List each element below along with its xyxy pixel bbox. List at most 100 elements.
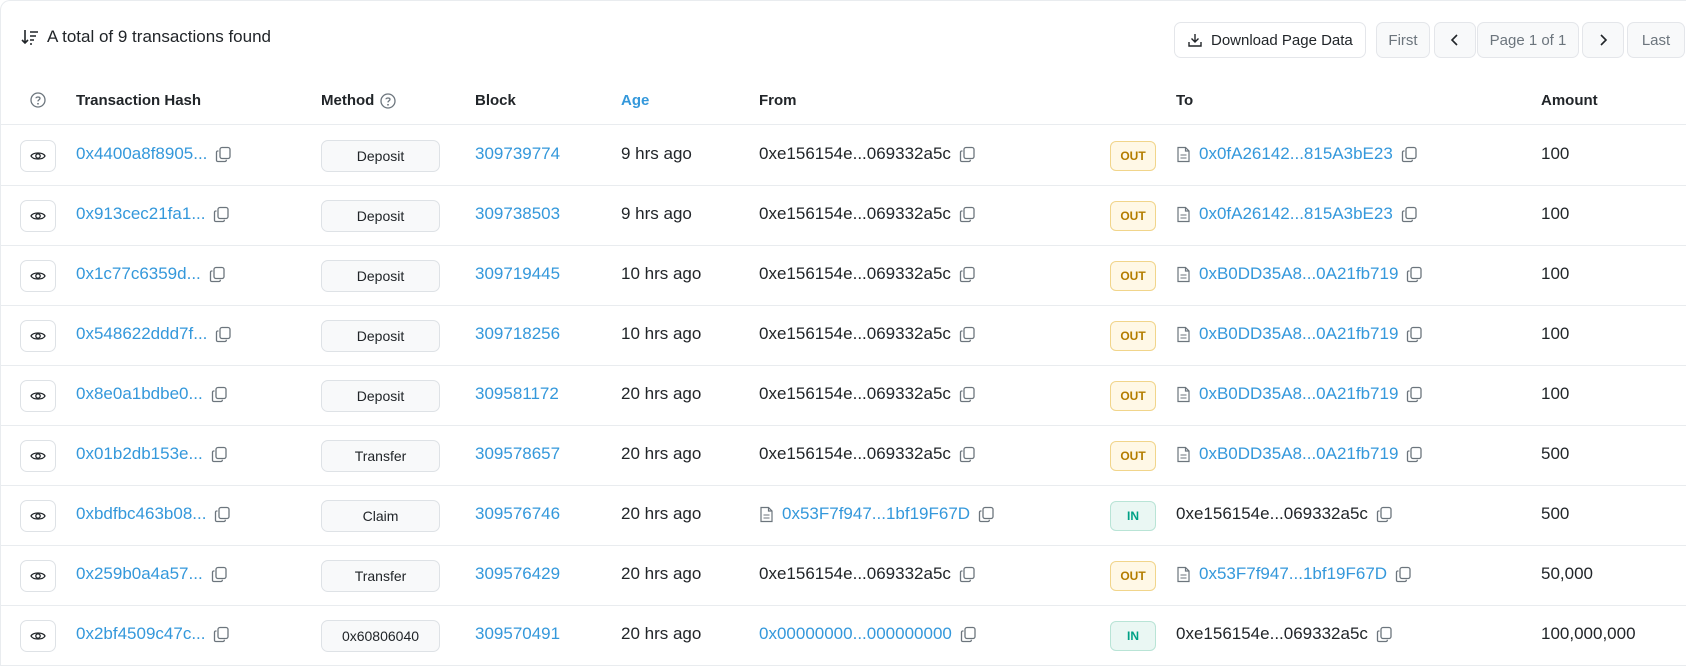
copy-icon[interactable] — [1406, 266, 1423, 283]
from-header-label: From — [759, 92, 797, 109]
eye-icon — [30, 632, 46, 640]
copy-icon[interactable] — [215, 326, 232, 343]
block-link[interactable]: 309576746 — [475, 504, 560, 524]
copy-icon[interactable] — [960, 626, 977, 643]
table-row: 0xbdfbc463b08... Claim 309576746 20 hrs ago… — [1, 486, 1686, 546]
tx-hash-link[interactable]: 0xbdfbc463b08... — [76, 504, 206, 524]
tx-hash-link[interactable]: 0x2bf4509c47c... — [76, 624, 205, 644]
tx-hash-link[interactable]: 0x4400a8f8905... — [76, 144, 207, 164]
transactions-card: A total of 9 transactions found Download… — [0, 0, 1686, 666]
copy-icon[interactable] — [211, 446, 228, 463]
chevron-right-icon — [1600, 34, 1608, 46]
method-badge: Claim — [321, 500, 440, 532]
column-header-age[interactable]: Age — [621, 92, 649, 109]
copy-icon[interactable] — [1401, 146, 1418, 163]
tx-hash-link[interactable]: 0x01b2db153e... — [76, 444, 203, 464]
tx-hash-link[interactable]: 0x8e0a1bdbe0... — [76, 384, 203, 404]
copy-icon[interactable] — [959, 266, 976, 283]
block-link[interactable]: 309581172 — [475, 384, 559, 404]
copy-icon[interactable] — [959, 566, 976, 583]
tx-hash-cell: 0xbdfbc463b08... — [76, 504, 231, 524]
block-link[interactable]: 309578657 — [475, 444, 560, 464]
pagination-prev-button[interactable] — [1434, 22, 1476, 58]
preview-button[interactable] — [20, 320, 56, 352]
to-cell: 0xB0DD35A8...0A21fb719 — [1176, 324, 1423, 344]
copy-icon[interactable] — [959, 446, 976, 463]
preview-button[interactable] — [20, 500, 56, 532]
copy-icon[interactable] — [1406, 326, 1423, 343]
method-badge: Deposit — [321, 320, 440, 352]
copy-icon[interactable] — [215, 146, 232, 163]
copy-icon[interactable] — [211, 386, 228, 403]
to-address[interactable]: 0xB0DD35A8...0A21fb719 — [1199, 264, 1398, 284]
block-link[interactable]: 309570491 — [475, 624, 560, 644]
age-cell: 20 hrs ago — [621, 504, 701, 524]
age-cell: 9 hrs ago — [621, 144, 692, 164]
to-address[interactable]: 0x0fA26142...815A3bE23 — [1199, 204, 1393, 224]
copy-icon[interactable] — [1395, 566, 1412, 583]
preview-button[interactable] — [20, 620, 56, 652]
preview-button[interactable] — [20, 440, 56, 472]
method-label: Transfer — [354, 448, 407, 464]
copy-icon[interactable] — [959, 386, 976, 403]
from-address: 0xe156154e...069332a5c — [759, 204, 951, 223]
block-cell: 309719445 — [475, 264, 560, 284]
preview-button[interactable] — [20, 380, 56, 412]
header-info[interactable] — [30, 92, 46, 108]
tx-hash-link[interactable]: 0x1c77c6359d... — [76, 264, 201, 284]
to-address[interactable]: 0x53F7f947...1bf19F67D — [1199, 564, 1387, 584]
age-cell: 20 hrs ago — [621, 444, 701, 464]
copy-icon[interactable] — [1376, 506, 1393, 523]
block-link[interactable]: 309719445 — [475, 264, 560, 284]
copy-icon[interactable] — [1376, 626, 1393, 643]
from-address[interactable]: 0x53F7f947...1bf19F67D — [782, 504, 970, 524]
to-address[interactable]: 0xB0DD35A8...0A21fb719 — [1199, 444, 1398, 464]
preview-button[interactable] — [20, 140, 56, 172]
method-label: Deposit — [356, 388, 405, 404]
copy-icon[interactable] — [1406, 386, 1423, 403]
to-address: 0xe156154e...069332a5c — [1176, 624, 1368, 643]
block-link[interactable]: 309738503 — [475, 204, 560, 224]
age-text: 9 hrs ago — [621, 204, 692, 223]
tx-hash-link[interactable]: 0x913cec21fa1... — [76, 204, 205, 224]
column-header-hash: Transaction Hash — [76, 92, 201, 109]
direction-label: OUT — [1120, 329, 1146, 343]
to-address[interactable]: 0xB0DD35A8...0A21fb719 — [1199, 324, 1398, 344]
copy-icon[interactable] — [959, 146, 976, 163]
to-address[interactable]: 0x0fA26142...815A3bE23 — [1199, 144, 1393, 164]
copy-icon[interactable] — [214, 506, 231, 523]
copy-icon[interactable] — [959, 206, 976, 223]
preview-button[interactable] — [20, 560, 56, 592]
copy-icon[interactable] — [959, 326, 976, 343]
copy-icon[interactable] — [1406, 446, 1423, 463]
direction-label: OUT — [1120, 569, 1146, 583]
copy-icon[interactable] — [213, 206, 230, 223]
download-page-data-button[interactable]: Download Page Data — [1174, 22, 1366, 58]
tx-hash-link[interactable]: 0x548622ddd7f... — [76, 324, 207, 344]
preview-button[interactable] — [20, 200, 56, 232]
from-address[interactable]: 0x00000000...000000000 — [759, 624, 952, 644]
pagination-next-button[interactable] — [1582, 22, 1624, 58]
sort-descending-icon[interactable] — [21, 28, 39, 46]
from-cell: 0xe156154e...069332a5c — [759, 144, 976, 164]
copy-icon[interactable] — [1401, 206, 1418, 223]
copy-icon[interactable] — [978, 506, 995, 523]
table-header: Transaction Hash Method Block Age From T… — [1, 77, 1686, 125]
question-circle-icon[interactable] — [380, 92, 396, 109]
tx-hash-link[interactable]: 0x259b0a4a57... — [76, 564, 203, 584]
block-link[interactable]: 309718256 — [475, 324, 560, 344]
direction-badge: OUT — [1110, 441, 1156, 471]
pagination-first-button[interactable]: First — [1376, 22, 1430, 58]
copy-icon[interactable] — [209, 266, 226, 283]
to-address[interactable]: 0xB0DD35A8...0A21fb719 — [1199, 384, 1398, 404]
pagination-info: Page 1 of 1 — [1477, 22, 1579, 58]
from-cell: 0xe156154e...069332a5c — [759, 324, 976, 344]
age-header-label[interactable]: Age — [621, 92, 649, 109]
block-link[interactable]: 309739774 — [475, 144, 560, 164]
copy-icon[interactable] — [213, 626, 230, 643]
question-circle-icon[interactable] — [30, 92, 46, 108]
preview-button[interactable] — [20, 260, 56, 292]
block-link[interactable]: 309576429 — [475, 564, 560, 584]
copy-icon[interactable] — [211, 566, 228, 583]
pagination-last-button[interactable]: Last — [1627, 22, 1685, 58]
